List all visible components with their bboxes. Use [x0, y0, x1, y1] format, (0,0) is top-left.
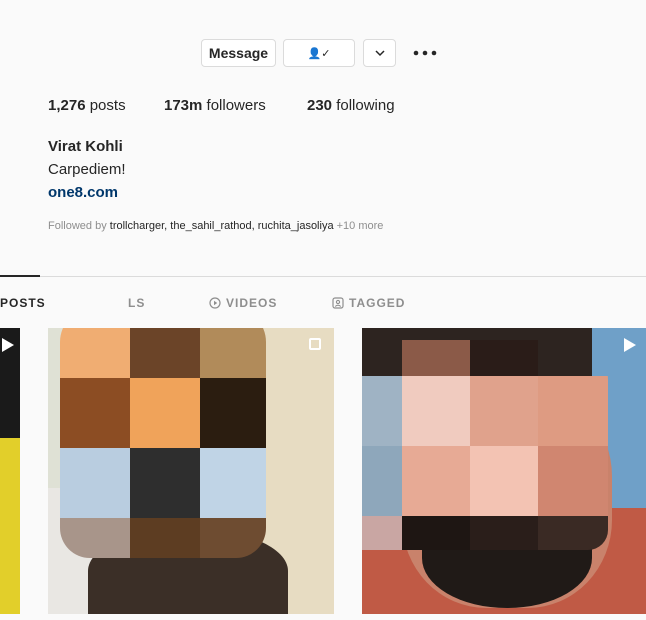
more-options-button[interactable] — [412, 44, 438, 62]
reel-icon — [2, 338, 14, 352]
pixelated-censor-overlay — [362, 340, 608, 550]
following-icon: 👤✓ — [307, 47, 331, 60]
more-options-icon — [413, 50, 437, 56]
profile-bio: Carpediem! — [48, 161, 126, 178]
suggestions-dropdown-button[interactable] — [363, 39, 396, 67]
post-image-region — [0, 438, 20, 614]
followers-stat[interactable]: 173m followers — [164, 97, 266, 114]
following-stat[interactable]: 230 following — [307, 97, 395, 114]
profile-link[interactable]: one8.com — [48, 184, 118, 201]
following-button[interactable]: 👤✓ — [283, 39, 355, 67]
tab-videos[interactable]: VIDEOS — [209, 296, 277, 310]
tab-posts[interactable]: POSTS — [0, 296, 46, 310]
message-button[interactable]: Message — [201, 39, 276, 67]
multi-photo-icon — [309, 338, 321, 350]
tabs-divider — [0, 276, 646, 277]
post-thumbnail[interactable] — [48, 328, 334, 614]
posts-stat: 1,276 posts — [48, 97, 126, 114]
profile-name: Virat Kohli — [48, 138, 123, 155]
reel-icon — [624, 338, 636, 352]
message-button-label: Message — [208, 45, 269, 61]
tagged-icon — [332, 297, 344, 309]
chevron-down-icon — [374, 50, 385, 57]
post-thumbnail[interactable] — [0, 328, 20, 614]
post-thumbnail[interactable] — [362, 328, 646, 614]
video-icon — [209, 297, 221, 309]
tab-reels[interactable]: LS — [128, 296, 145, 310]
pixelated-censor-overlay — [60, 328, 266, 558]
followed-by-text[interactable]: Followed by trollcharger, the_sahil_rath… — [48, 220, 383, 232]
active-tab-indicator — [0, 275, 40, 277]
tab-tagged[interactable]: TAGGED — [332, 296, 405, 310]
